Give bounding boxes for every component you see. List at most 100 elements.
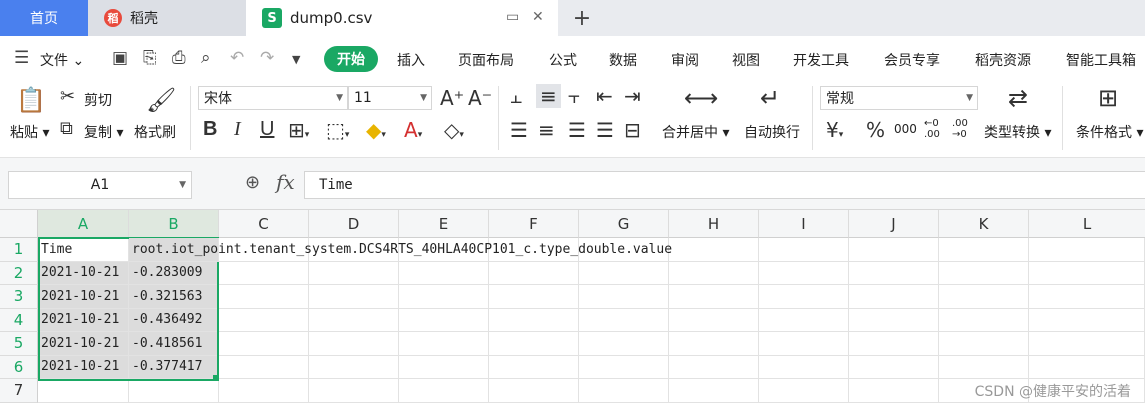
underline-icon[interactable]: U (260, 118, 274, 141)
type-convert-icon[interactable]: ⇄ (1008, 84, 1028, 112)
align-right-icon[interactable]: ☰ (568, 118, 586, 142)
tab-dump0-csv[interactable]: S dump0.csv ▭ ✕ (246, 0, 558, 36)
undo-icon[interactable]: ↶ (230, 48, 244, 68)
column-header-f[interactable]: F (489, 210, 579, 238)
increase-font-icon[interactable]: A⁺ (440, 86, 464, 110)
column-header-l[interactable]: L (1029, 210, 1145, 238)
save-icon[interactable]: ▣ (112, 48, 128, 68)
cut-button[interactable]: 剪切 (84, 90, 112, 110)
column-header-b[interactable]: B (129, 210, 219, 238)
fill-color-icon[interactable]: ◆▾ (366, 118, 386, 142)
increase-indent-icon[interactable]: ⇥ (624, 84, 641, 108)
empty-cell[interactable] (309, 379, 399, 403)
empty-cell[interactable] (219, 308, 309, 332)
cell-style-icon[interactable]: ⬚▾ (326, 118, 349, 142)
menu-view[interactable]: 视图 (732, 50, 760, 70)
justify-icon[interactable]: ☰ (596, 118, 614, 142)
row-header-3[interactable]: 3 (0, 285, 38, 309)
percent-icon[interactable]: % (866, 118, 885, 142)
empty-cell[interactable] (309, 261, 399, 285)
empty-cell[interactable] (939, 308, 1029, 332)
empty-cell[interactable] (759, 285, 849, 309)
decrease-decimal-icon[interactable]: .00 →0 (952, 118, 974, 140)
font-name-select[interactable]: 宋体 ▼ (198, 86, 348, 110)
empty-cell[interactable] (1029, 308, 1145, 332)
conditional-format-button[interactable]: 条件格式 ▾ (1076, 122, 1143, 142)
column-header-c[interactable]: C (219, 210, 309, 238)
align-left-icon[interactable]: ☰ (510, 118, 528, 142)
empty-cell[interactable] (939, 238, 1029, 262)
empty-cell[interactable] (489, 285, 579, 309)
cell-a2[interactable]: 2021-10-21 (38, 261, 129, 285)
float-window-icon[interactable]: ▭ (506, 9, 519, 25)
menu-member[interactable]: 会员专享 (884, 50, 940, 70)
row-header-4[interactable]: 4 (0, 308, 38, 332)
empty-cell[interactable] (399, 308, 489, 332)
redo-icon[interactable]: ↷ (260, 48, 274, 68)
copy-icon[interactable]: ⧉ (60, 118, 73, 139)
empty-cell[interactable] (399, 261, 489, 285)
thousands-separator-icon[interactable]: 000 (894, 122, 917, 136)
empty-cell[interactable] (759, 238, 849, 262)
empty-cell[interactable] (1029, 355, 1145, 379)
decrease-font-icon[interactable]: A⁻ (468, 86, 492, 110)
empty-cell[interactable] (849, 261, 939, 285)
column-header-d[interactable]: D (309, 210, 399, 238)
distributed-align-icon[interactable]: ⊟ (624, 118, 641, 142)
menu-file[interactable]: 文件 ⌄ (40, 50, 84, 70)
empty-cell[interactable] (849, 285, 939, 309)
new-tab-button[interactable]: + (568, 4, 596, 32)
column-header-g[interactable]: G (579, 210, 669, 238)
merge-center-icon[interactable]: ⟷ (684, 84, 718, 112)
customize-toolbar-icon[interactable]: ▼ (292, 53, 300, 66)
menu-formulas[interactable]: 公式 (549, 50, 577, 70)
select-all-corner[interactable] (0, 210, 38, 238)
paste-icon[interactable]: 📋 (16, 86, 46, 114)
empty-cell[interactable] (399, 285, 489, 309)
empty-cell[interactable] (399, 379, 489, 403)
empty-cell[interactable] (309, 308, 399, 332)
empty-cell[interactable] (669, 355, 759, 379)
menu-daoke-resources[interactable]: 稻壳资源 (975, 50, 1031, 70)
hamburger-menu-icon[interactable]: ☰ (14, 48, 29, 68)
empty-cell[interactable] (219, 261, 309, 285)
number-format-select[interactable]: 常规 ▼ (820, 86, 978, 110)
name-box[interactable]: A1 ▼ (8, 171, 192, 199)
bold-icon[interactable]: B (203, 118, 217, 141)
cell-b2[interactable]: -0.283009 (129, 261, 219, 285)
cell-b5[interactable]: -0.418561 (129, 332, 219, 356)
empty-cell[interactable] (669, 332, 759, 356)
currency-icon[interactable]: ¥▾ (826, 118, 843, 142)
tab-daoke[interactable]: 稻 稻壳 (88, 0, 246, 36)
tab-start[interactable]: 开始 (324, 46, 378, 72)
cell-b4[interactable]: -0.436492 (129, 308, 219, 332)
formula-input[interactable]: Time (304, 171, 1145, 199)
column-header-e[interactable]: E (399, 210, 489, 238)
increase-decimal-icon[interactable]: ←0 .00 (924, 118, 946, 140)
decrease-indent-icon[interactable]: ⇤ (596, 84, 613, 108)
paste-button[interactable]: 粘贴 ▾ (10, 122, 49, 142)
zoom-icon[interactable]: ⊕ (245, 172, 260, 193)
empty-cell[interactable] (399, 355, 489, 379)
empty-cell[interactable] (309, 332, 399, 356)
empty-cell[interactable] (939, 332, 1029, 356)
empty-cell[interactable] (849, 332, 939, 356)
menu-smart-toolbox[interactable]: 智能工具箱 (1066, 50, 1136, 70)
align-center-icon[interactable]: ≡ (538, 118, 555, 142)
menu-developer[interactable]: 开发工具 (793, 50, 849, 70)
empty-cell[interactable] (849, 238, 939, 262)
empty-cell[interactable] (489, 355, 579, 379)
empty-cell[interactable] (939, 285, 1029, 309)
empty-cell[interactable] (759, 332, 849, 356)
cell-a6[interactable]: 2021-10-21 (38, 355, 129, 379)
empty-cell[interactable] (1029, 238, 1145, 262)
font-color-icon[interactable]: A▾ (404, 118, 422, 142)
empty-cell[interactable] (38, 379, 129, 403)
cell-b1[interactable]: root.iot_point.tenant_system.DCS4RTS_40H… (129, 238, 672, 262)
row-header-2[interactable]: 2 (0, 261, 38, 285)
insert-function-icon[interactable]: fx (276, 170, 295, 194)
empty-cell[interactable] (129, 379, 219, 403)
empty-cell[interactable] (669, 261, 759, 285)
type-convert-button[interactable]: 类型转换 ▾ (984, 122, 1051, 142)
empty-cell[interactable] (759, 355, 849, 379)
